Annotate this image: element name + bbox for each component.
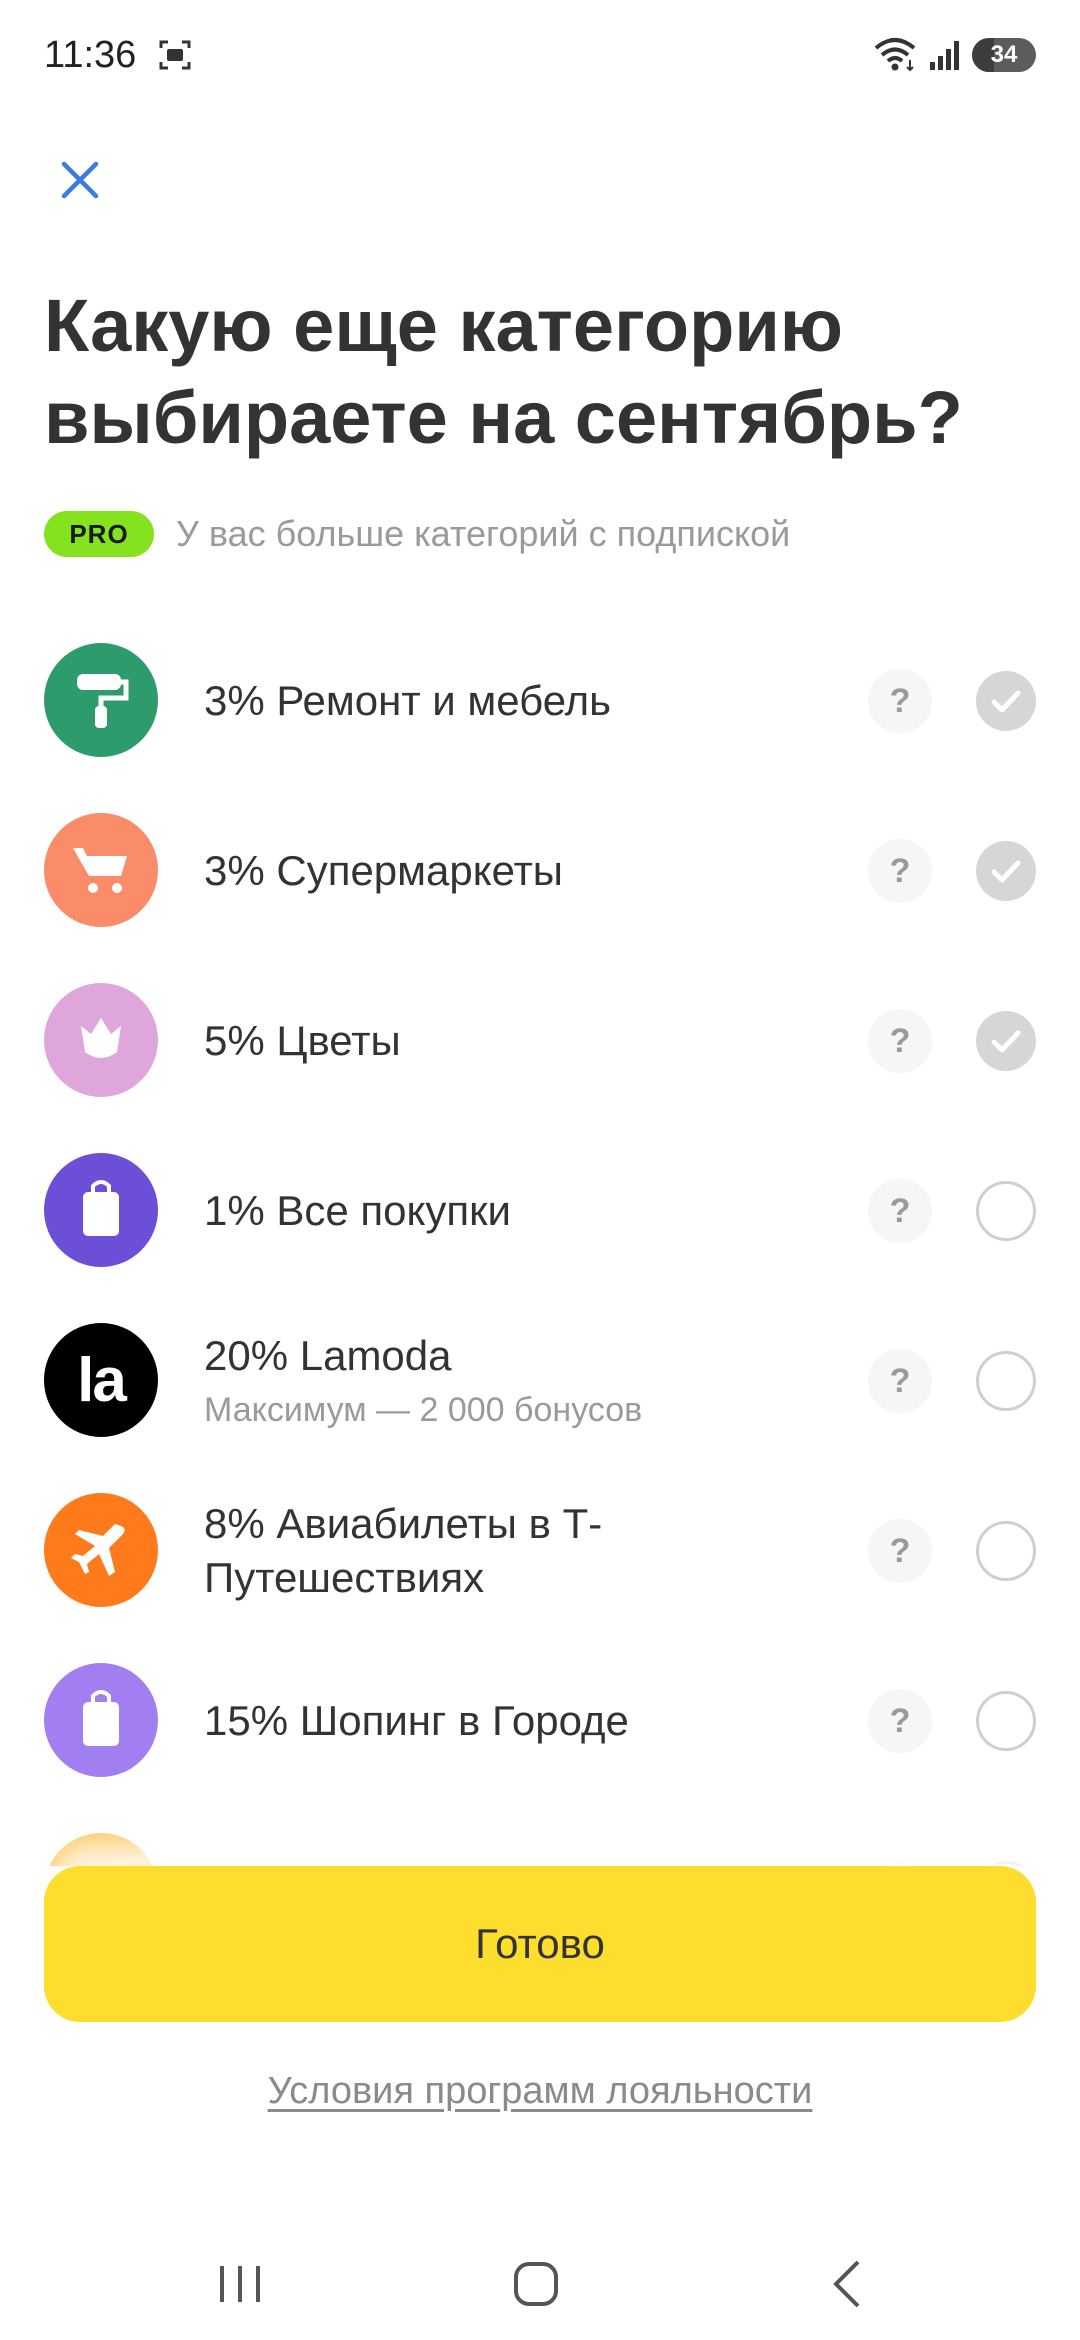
category-text: 5% Цветы [204, 956, 824, 1126]
signal-icon [930, 41, 959, 70]
category-text: 1% Все покупки [204, 1126, 824, 1296]
category-text: 8% Авиабилеты в Т-Путешествиях [204, 1466, 824, 1636]
lamoda-logo-icon: la [44, 1323, 158, 1437]
flower-icon [44, 983, 158, 1097]
page-title: Какую еще категорию выбираете на сентябр… [44, 284, 963, 459]
checkbox-checked[interactable] [976, 841, 1036, 901]
category-item[interactable]: 8% Авиабилеты в Т-Путешествиях? [0, 1466, 1080, 1636]
close-button[interactable] [46, 146, 114, 214]
battery-level: 34 [990, 41, 1018, 68]
checkbox-unchecked[interactable] [976, 1351, 1036, 1411]
info-button[interactable]: ? [868, 1349, 932, 1413]
checkbox-checked[interactable] [976, 671, 1036, 731]
loyalty-terms-link[interactable]: Условия программ лояльности [0, 2070, 1080, 2113]
lamoda-logo-text: la [77, 1345, 127, 1415]
category-title: 1% Все покупки [204, 1187, 511, 1234]
category-item[interactable]: 1% Все покупки? [0, 1126, 1080, 1296]
paint-roller-icon [44, 643, 158, 757]
wifi-icon [874, 38, 916, 72]
checkmark-icon [991, 860, 1021, 883]
shopping-cart-icon [44, 813, 158, 927]
info-button[interactable]: ? [868, 1179, 932, 1243]
shopping-bag-icon [44, 1153, 158, 1267]
category-item[interactable]: 3% Супермаркеты? [0, 786, 1080, 956]
checkbox-unchecked[interactable] [976, 1521, 1036, 1581]
status-time: 11:36 [44, 34, 137, 76]
battery-icon: 34 [972, 38, 1036, 72]
category-item[interactable]: 5% Цветы? [0, 956, 1080, 1126]
category-item[interactable]: 5% Месячный? [0, 1806, 1080, 1866]
category-title: 20% Lamoda [204, 1332, 452, 1379]
screen: 11:36 34 Какую еще категорию выбираете н… [0, 0, 1080, 2340]
recent-apps-icon[interactable] [214, 2260, 266, 2308]
calendar-icon [44, 1833, 158, 1866]
checkbox-checked[interactable] [976, 1011, 1036, 1071]
airplane-icon [44, 1493, 158, 1607]
home-icon[interactable] [510, 2258, 562, 2310]
category-title: 15% Шопинг в Городе [204, 1697, 629, 1744]
back-icon[interactable] [826, 2256, 866, 2312]
pro-hint-text: У вас больше категорий с подпиской [176, 513, 791, 554]
done-button[interactable]: Готово [44, 1866, 1036, 2022]
checkmark-icon [991, 690, 1021, 713]
navigation-bar [0, 2220, 1080, 2340]
category-title: 3% Супермаркеты [204, 847, 563, 894]
info-button[interactable]: ? [868, 669, 932, 733]
category-item[interactable]: 3% Ремонт и мебель? [0, 616, 1080, 786]
category-text: 20% Lamoda Максимум — 2 000 бонусов [204, 1296, 824, 1466]
info-button[interactable]: ? [868, 839, 932, 903]
screenshot-icon [159, 40, 191, 70]
pro-hint: PRO У вас больше категорий с подпиской [44, 510, 790, 558]
status-bar: 11:36 34 [0, 0, 1080, 110]
category-title: 3% Ремонт и мебель [204, 677, 612, 724]
category-item[interactable]: la 20% Lamoda Максимум — 2 000 бонусов? [0, 1296, 1080, 1466]
category-item[interactable]: 15% Шопинг в Городе? [0, 1636, 1080, 1806]
close-icon [61, 161, 99, 199]
checkbox-unchecked[interactable] [976, 1691, 1036, 1751]
pro-badge: PRO [44, 511, 154, 557]
category-title: 5% Цветы [204, 1017, 401, 1064]
checkbox-unchecked[interactable] [976, 1181, 1036, 1241]
info-button[interactable]: ? [868, 1689, 932, 1753]
shopping-bag-icon [44, 1663, 158, 1777]
info-button[interactable]: ? [868, 1009, 932, 1073]
info-button[interactable]: ? [868, 1519, 932, 1583]
info-button[interactable]: ? [868, 1859, 932, 1866]
category-list[interactable]: 3% Ремонт и мебель? 3% Супермаркеты? 5% Цв… [0, 616, 1080, 1866]
checkmark-icon [991, 1030, 1021, 1053]
category-subtitle: Максимум — 2 000 бонусов [204, 1391, 643, 1429]
category-text: 15% Шопинг в Городе [204, 1636, 824, 1806]
category-text: 3% Супермаркеты [204, 786, 824, 956]
category-text: 3% Ремонт и мебель [204, 616, 824, 786]
category-title: 8% Авиабилеты в Т-Путешествиях [204, 1500, 603, 1601]
category-text: 5% Месячный [204, 1806, 824, 1866]
